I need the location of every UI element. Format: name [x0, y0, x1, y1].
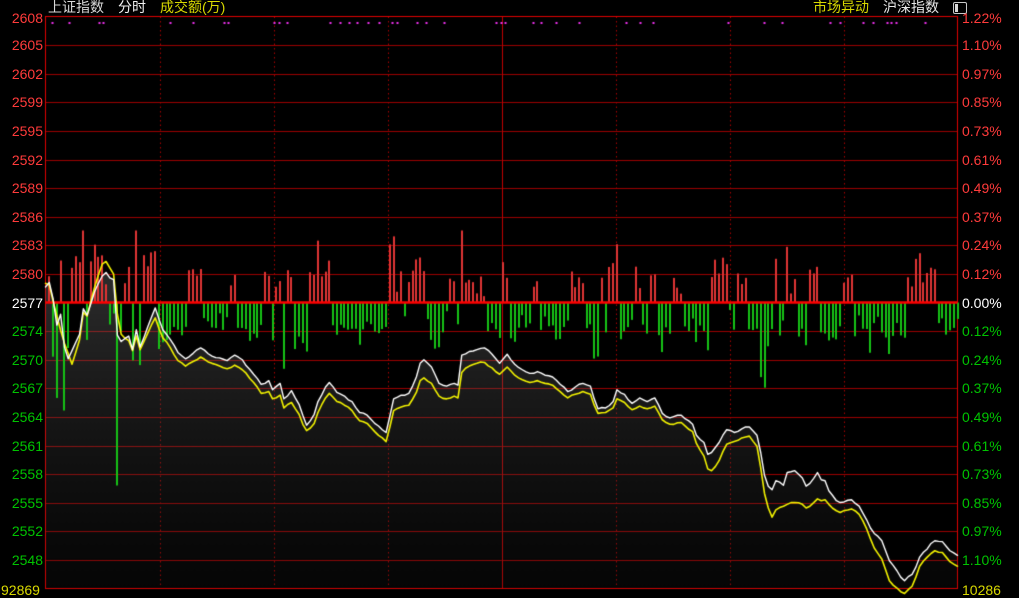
intraday-chart-app: { "header": { "left_items": [ {"label": …: [0, 0, 1019, 595]
right-axis-label: 0.12%: [962, 267, 1002, 281]
right-axis-label: 0.24%: [962, 238, 1002, 252]
left-axis-label: 2564: [1, 410, 43, 424]
header-item-0[interactable]: 上证指数: [48, 0, 104, 15]
right-axis-label: 0.37%: [962, 210, 1002, 224]
header-tab-0[interactable]: 市场异动: [813, 0, 869, 15]
right-axis-label: 0.24%: [962, 353, 1002, 367]
right-axis-label: 0.49%: [962, 181, 1002, 195]
left-axis-label: 2583: [1, 238, 43, 252]
left-axis-label: 2589: [1, 181, 43, 195]
left-axis-label: 2561: [1, 439, 43, 453]
right-axis-label: 0.85%: [962, 95, 1002, 109]
left-axis-label: 2558: [1, 467, 43, 481]
right-axis-label: 0.73%: [962, 467, 1002, 481]
left-axis-label: 2552: [1, 524, 43, 538]
header-item-1[interactable]: 分时: [118, 0, 146, 15]
intraday-chart-canvas[interactable]: [0, 0, 1019, 595]
right-axis-label: 0.73%: [962, 124, 1002, 138]
left-axis-label: 2608: [1, 11, 43, 25]
left-axis-label: 2605: [1, 38, 43, 52]
header-item-2[interactable]: 成交额(万): [160, 0, 225, 15]
right-axis-label: 0.37%: [962, 381, 1002, 395]
header-left: 上证指数分时成交额(万): [48, 0, 239, 15]
left-axis-label: 2580: [1, 267, 43, 281]
right-axis-label: 0.97%: [962, 524, 1002, 538]
right-axis-label: 0.97%: [962, 67, 1002, 81]
right-axis-label: 0.49%: [962, 410, 1002, 424]
left-axis-label: 2574: [1, 324, 43, 338]
right-axis-label: 0.12%: [962, 324, 1002, 338]
right-axis-label: 1.10%: [962, 38, 1002, 52]
left-axis-label: 2592: [1, 153, 43, 167]
right-axis-label: 1.22%: [962, 11, 1002, 25]
left-axis-label: 2577: [1, 296, 43, 310]
intraday-chart-screen: 上证指数分时成交额(万) 市场异动沪深指数 2608 2605 2602 2599 25…: [0, 0, 1019, 595]
right-axis-label: 0.85%: [962, 496, 1002, 510]
left-axis-label: 2570: [1, 353, 43, 367]
left-axis-label: 2555: [1, 496, 43, 510]
header-right: 市场异动沪深指数: [813, 0, 953, 15]
left-axis-label: 2602: [1, 67, 43, 81]
left-axis-label: 2599: [1, 95, 43, 109]
left-axis-label: 2595: [1, 124, 43, 138]
left-axis-label: 2548: [1, 553, 43, 567]
right-axis-label: 1.10%: [962, 553, 1002, 567]
right-axis-label: 0.00%: [962, 296, 1002, 310]
left-axis-label: 2567: [1, 381, 43, 395]
header-tab-1[interactable]: 沪深指数: [883, 0, 939, 15]
right-axis-label: 0.61%: [962, 439, 1002, 453]
right-axis-label: 0.61%: [962, 153, 1002, 167]
left-axis-label: 2586: [1, 210, 43, 224]
